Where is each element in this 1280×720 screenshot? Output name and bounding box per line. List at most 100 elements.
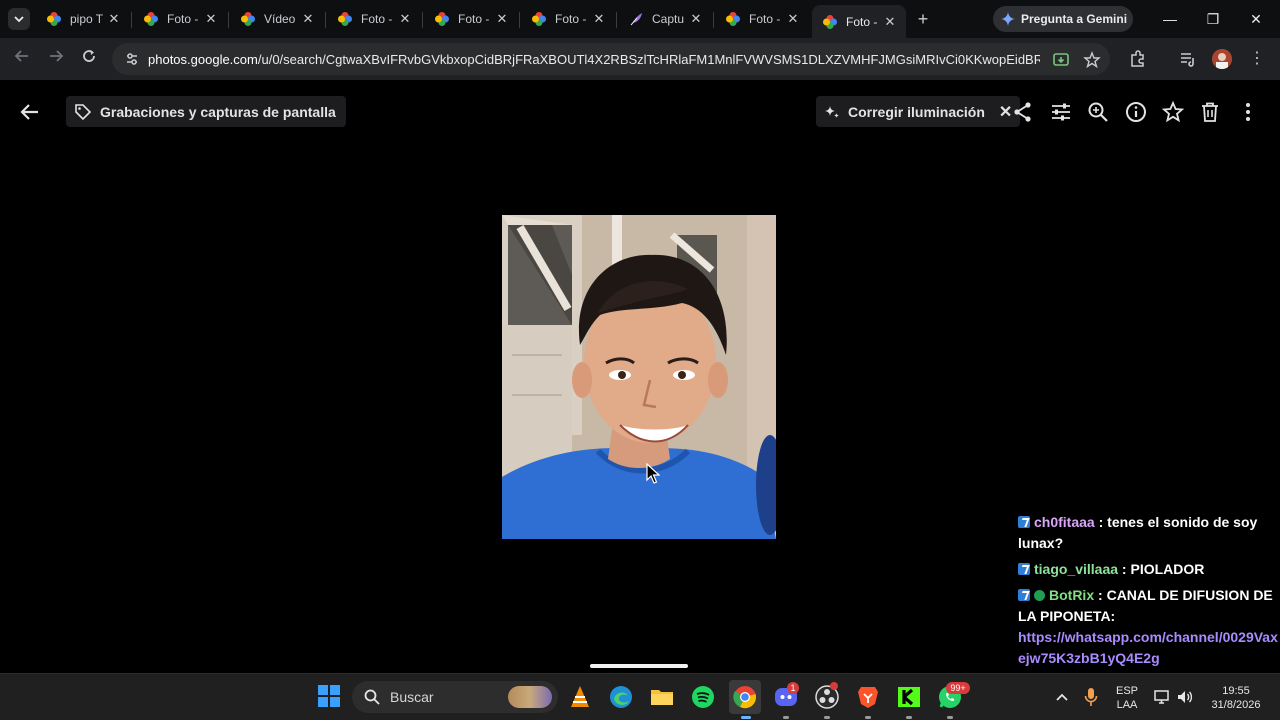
zoom-icon[interactable] — [1086, 100, 1110, 124]
minimize-button[interactable]: — — [1155, 6, 1185, 32]
media-control-icon[interactable] — [1178, 49, 1198, 69]
album-chip[interactable]: Grabaciones y capturas de pantalla — [66, 96, 346, 127]
file-explorer-icon[interactable] — [649, 684, 675, 710]
back-arrow-icon[interactable] — [18, 100, 42, 124]
browser-toolbar: photos.google.com/u/0/search/CgtwaXBvIFR… — [0, 38, 1280, 80]
trash-icon[interactable] — [1198, 100, 1222, 124]
url-path: /u/0/search/CgtwaXBvIFRvbGVkbxopCidBRjFR… — [257, 51, 1040, 67]
forward-button[interactable] — [45, 48, 67, 70]
kick-running-indicator — [906, 716, 912, 719]
search-highlight-image — [508, 686, 552, 708]
tab-title: Foto - — [458, 12, 490, 26]
close-icon[interactable]: ✕ — [494, 11, 510, 27]
tab-title: pipo T — [70, 12, 104, 26]
kick-icon[interactable] — [896, 684, 922, 710]
input-language-indicator[interactable]: ESP LAA — [1112, 684, 1142, 712]
spotify-icon[interactable] — [690, 684, 716, 710]
close-icon[interactable]: ✕ — [397, 11, 413, 27]
tab-divider — [422, 12, 423, 28]
tab-divider — [713, 12, 714, 28]
platform-badge-icon — [1018, 563, 1030, 575]
language-code: ESP — [1115, 685, 1138, 697]
browser-tab[interactable]: pipo T ✕ — [36, 5, 130, 33]
close-icon[interactable]: ✕ — [882, 14, 898, 30]
tag-icon — [75, 103, 92, 120]
close-icon[interactable]: ✕ — [300, 11, 316, 27]
address-bar[interactable]: photos.google.com/u/0/search/CgtwaXBvIFR… — [112, 43, 1110, 75]
tab-divider — [228, 12, 229, 28]
chat-message: BotRix : CANAL DE DIFUSION DE LA PIPONET… — [1018, 585, 1280, 669]
tab-search-button[interactable] — [8, 8, 30, 30]
share-icon[interactable] — [1011, 100, 1035, 124]
chevron-up-icon[interactable] — [1055, 690, 1069, 704]
edit-adjust-icon[interactable] — [1049, 100, 1073, 124]
tab-divider — [616, 12, 617, 28]
google-photos-icon — [532, 12, 546, 26]
arrow-right-icon — [50, 50, 64, 62]
close-icon[interactable]: ✕ — [203, 11, 219, 27]
url-text[interactable]: photos.google.com/u/0/search/CgtwaXBvIFR… — [148, 52, 1040, 67]
chrome-icon[interactable] — [732, 684, 758, 710]
platform-badge-icon — [1018, 516, 1030, 528]
chat-username: ch0fitaaa — [1034, 514, 1095, 530]
google-photos-icon — [241, 12, 255, 26]
brave-icon[interactable] — [855, 684, 881, 710]
install-app-icon[interactable] — [1052, 51, 1070, 69]
tab-title: Vídeo — [264, 12, 296, 26]
browser-tab[interactable]: Foto - ✕ — [521, 5, 615, 33]
browser-tab[interactable]: Foto - ✕ — [133, 5, 227, 33]
browser-tab[interactable]: Foto - ✕ — [327, 5, 421, 33]
system-clock[interactable]: 19:55 31/8/2026 — [1204, 684, 1268, 712]
reload-button[interactable] — [78, 48, 100, 70]
discord-running-indicator — [783, 716, 789, 719]
tab-divider — [131, 12, 132, 28]
site-info-icon[interactable] — [122, 52, 142, 66]
close-window-button[interactable]: ✕ — [1241, 6, 1271, 32]
restore-button[interactable]: ❐ — [1198, 6, 1228, 32]
close-icon[interactable]: ✕ — [688, 11, 704, 27]
chrome-menu-button[interactable]: ⋮ — [1246, 48, 1268, 70]
chrome-running-indicator — [741, 716, 751, 719]
google-photos-icon — [726, 12, 740, 26]
chat-link[interactable]: https://whatsapp.com/channel/0029Vaxejw7… — [1018, 629, 1278, 666]
taskbar-search-box[interactable]: Buscar — [352, 681, 558, 713]
favorite-star-icon[interactable] — [1161, 100, 1185, 124]
info-icon[interactable] — [1124, 100, 1148, 124]
fix-lighting-chip[interactable]: Corregir iluminación ✕ — [816, 96, 1021, 127]
gemini-button[interactable]: Pregunta a Gemini — [993, 6, 1133, 32]
more-options-icon[interactable] — [1236, 100, 1260, 124]
browser-tab[interactable]: Captu ✕ — [618, 5, 712, 33]
browser-tab-active[interactable]: Foto - ✕ — [812, 5, 906, 38]
tab-divider — [519, 12, 520, 28]
extensions-puzzle-icon[interactable] — [1128, 49, 1148, 69]
browser-tab[interactable]: Foto - ✕ — [715, 5, 809, 33]
displayed-photo[interactable] — [502, 215, 776, 539]
google-photos-icon — [338, 12, 352, 26]
chat-text: PIOLADOR — [1130, 561, 1205, 577]
scroll-indicator-bar — [590, 664, 688, 668]
close-icon[interactable]: ✕ — [106, 11, 122, 27]
verified-bot-icon — [1034, 590, 1045, 601]
vlc-icon[interactable] — [567, 684, 593, 710]
browser-tab-strip: pipo T ✕ Foto - ✕ Vídeo ✕ Foto - ✕ Foto … — [0, 0, 1280, 38]
edge-icon[interactable] — [608, 684, 634, 710]
google-photos-icon — [47, 12, 61, 26]
network-icon[interactable] — [1153, 688, 1171, 706]
browser-tab[interactable]: Vídeo ✕ — [230, 5, 324, 33]
back-button[interactable] — [11, 48, 33, 70]
windows-start-icon[interactable] — [318, 685, 340, 707]
new-tab-button[interactable]: + — [912, 8, 934, 30]
volume-icon[interactable] — [1176, 688, 1194, 706]
bookmark-star-icon[interactable] — [1083, 51, 1101, 69]
browser-tab[interactable]: Foto - ✕ — [424, 5, 518, 33]
google-photos-icon — [823, 14, 837, 29]
profile-avatar[interactable] — [1212, 49, 1232, 69]
keyboard-layout-code: LAA — [1116, 699, 1138, 711]
chat-username: tiago_villaaa — [1034, 561, 1119, 577]
close-icon[interactable]: ✕ — [591, 11, 607, 27]
microphone-icon[interactable] — [1084, 687, 1098, 707]
close-icon[interactable]: ✕ — [785, 11, 801, 27]
portrait-image — [502, 215, 776, 539]
taskbar-search-label: Buscar — [390, 689, 434, 705]
clock-time: 19:55 — [1222, 685, 1250, 697]
